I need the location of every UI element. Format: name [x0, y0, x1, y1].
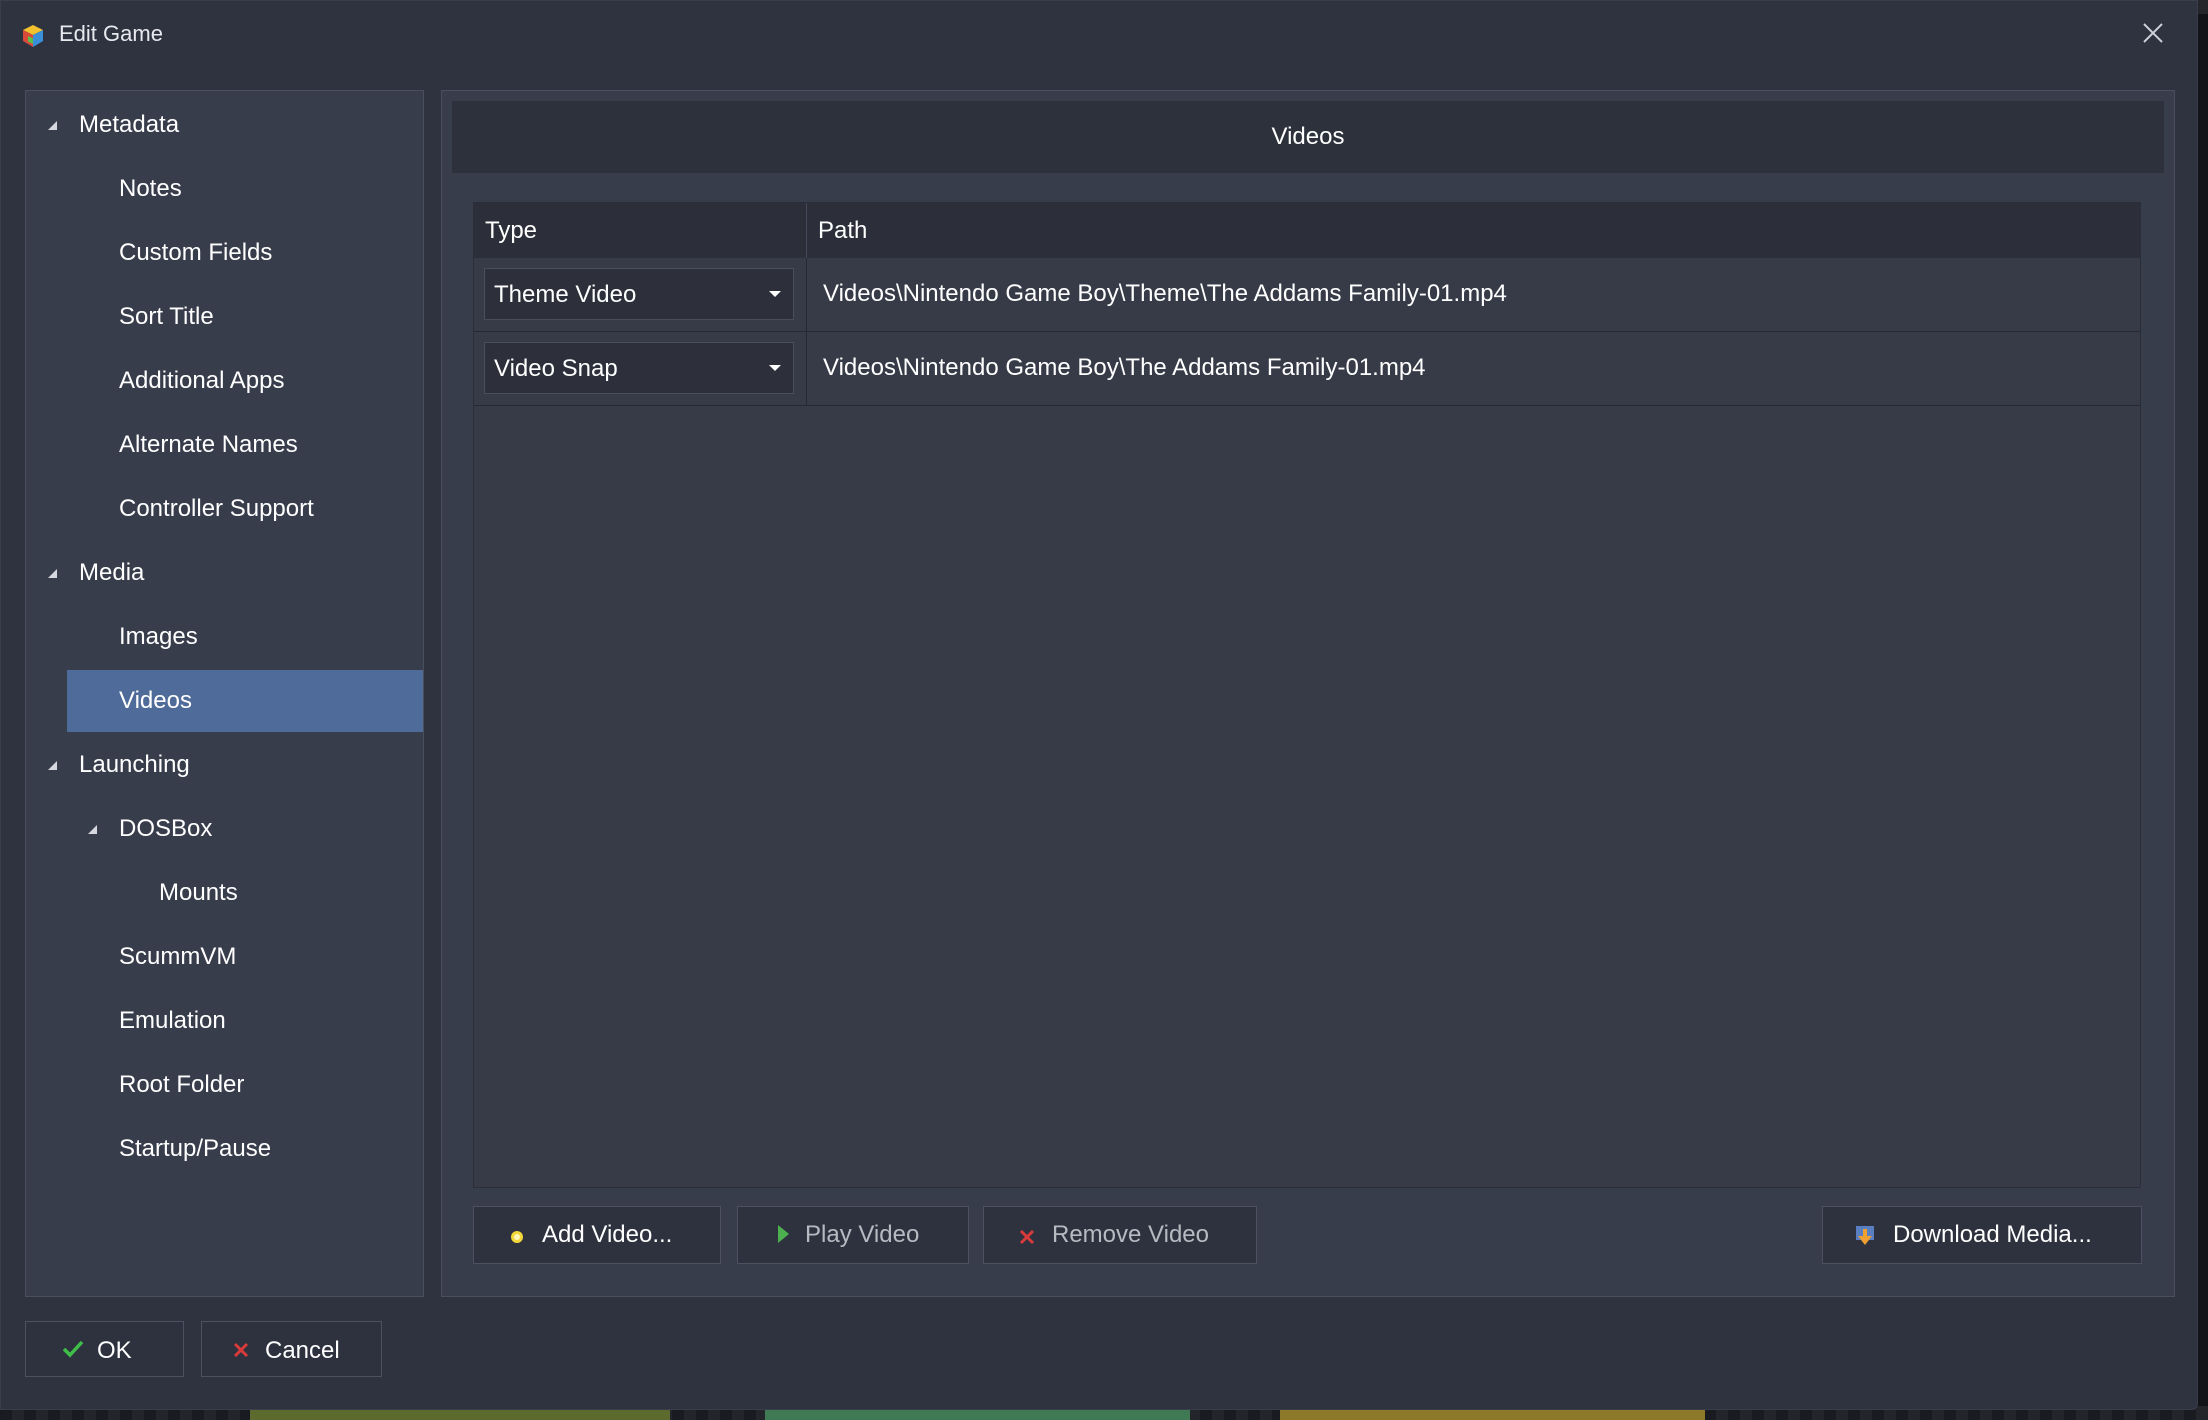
tree-item-images[interactable]: Images	[26, 606, 423, 668]
button-label: Remove Video	[1052, 1221, 1209, 1248]
close-button[interactable]	[2131, 15, 2175, 55]
tree-item-notes[interactable]: Notes	[26, 158, 423, 220]
cancel-button[interactable]: Cancel	[201, 1321, 382, 1377]
tree-item-additional-apps[interactable]: Additional Apps	[26, 350, 423, 412]
tree-item-dosbox[interactable]: DOSBox	[26, 798, 423, 860]
tree-item-sort-title[interactable]: Sort Title	[26, 286, 423, 348]
tree-item-startup-pause[interactable]: Startup/Pause	[26, 1118, 423, 1180]
tree-item-label: Custom Fields	[119, 239, 273, 266]
checkmark-icon	[62, 1338, 84, 1366]
tree-item-label: DOSBox	[119, 815, 213, 842]
table-row[interactable]: Video Snap Videos\Nintendo Game Boy\The …	[474, 332, 2140, 406]
tree-item-custom-fields[interactable]: Custom Fields	[26, 222, 423, 284]
play-video-button[interactable]: Play Video	[737, 1206, 969, 1264]
tree-item-label: Launching	[79, 751, 190, 778]
video-type-dropdown[interactable]: Video Snap	[484, 342, 794, 394]
title-bar: Edit Game	[1, 1, 2197, 71]
dropdown-value: Video Snap	[494, 355, 618, 382]
table-header: Type Path	[474, 203, 2140, 259]
dropdown-arrow-icon	[769, 365, 781, 371]
tree-item-label: Notes	[119, 175, 182, 202]
tree-item-label: Media	[79, 559, 145, 586]
column-header-type[interactable]: Type	[485, 203, 537, 258]
tree-item-label: ScummVM	[119, 943, 237, 970]
button-label: Play Video	[805, 1221, 920, 1248]
tree-item-scummvm[interactable]: ScummVM	[26, 926, 423, 988]
edit-game-dialog: Edit Game Metadata Notes Custom Fields S…	[0, 0, 2198, 1410]
column-header-path[interactable]: Path	[818, 203, 867, 258]
remove-video-button[interactable]: Remove Video	[983, 1206, 1257, 1264]
video-type-dropdown[interactable]: Theme Video	[484, 268, 794, 320]
tree-item-label: Controller Support	[119, 495, 314, 522]
expand-arrow-icon[interactable]	[48, 761, 57, 770]
window-title: Edit Game	[59, 21, 163, 46]
expand-arrow-icon[interactable]	[48, 569, 57, 578]
cancel-x-icon	[232, 1338, 250, 1366]
tree-item-label: Images	[119, 623, 198, 650]
tree-item-label: Videos	[119, 687, 192, 714]
remove-x-icon	[1018, 1225, 1036, 1253]
video-path[interactable]: Videos\Nintendo Game Boy\The Addams Fami…	[823, 354, 1426, 382]
add-video-button[interactable]: Add Video...	[473, 1206, 721, 1264]
button-label: Download Media...	[1893, 1221, 2092, 1248]
tree-item-label: Additional Apps	[119, 367, 285, 394]
tree-item-root-folder[interactable]: Root Folder	[26, 1054, 423, 1116]
expand-arrow-icon[interactable]	[48, 121, 57, 130]
expand-arrow-icon[interactable]	[88, 825, 97, 834]
launchbox-app-icon	[21, 24, 45, 48]
tree-item-label: Alternate Names	[119, 431, 298, 458]
cell-divider	[806, 332, 807, 405]
tree-item-label: Root Folder	[119, 1071, 245, 1098]
close-icon	[2142, 22, 2164, 49]
tree-item-controller-support[interactable]: Controller Support	[26, 478, 423, 540]
tree-item-label: Sort Title	[119, 303, 214, 330]
tree-item-label: Emulation	[119, 1007, 226, 1034]
settings-tree: Metadata Notes Custom Fields Sort Title …	[25, 90, 424, 1297]
tree-item-mounts[interactable]: Mounts	[26, 862, 423, 924]
download-icon	[1853, 1223, 1877, 1254]
tree-item-metadata[interactable]: Metadata	[26, 94, 423, 156]
dropdown-value: Theme Video	[494, 281, 637, 308]
play-icon	[776, 1223, 790, 1251]
video-path[interactable]: Videos\Nintendo Game Boy\Theme\The Addam…	[823, 280, 1507, 308]
button-label: Add Video...	[542, 1221, 673, 1248]
section-title: Videos	[452, 101, 2164, 173]
tree-item-label: Metadata	[79, 111, 180, 138]
ok-button[interactable]: OK	[25, 1321, 184, 1377]
tree-item-launching[interactable]: Launching	[26, 734, 423, 796]
button-label: Cancel	[265, 1337, 340, 1364]
tree-item-alternate-names[interactable]: Alternate Names	[26, 414, 423, 476]
tree-item-videos[interactable]: Videos	[67, 670, 423, 732]
videos-table: Type Path Theme Video Videos\Nintendo Ga…	[473, 202, 2141, 1188]
videos-panel: Videos Type Path Theme Video Videos\Nint…	[441, 90, 2175, 1297]
table-row[interactable]: Theme Video Videos\Nintendo Game Boy\The…	[474, 258, 2140, 332]
add-star-icon	[508, 1225, 526, 1253]
download-media-button[interactable]: Download Media...	[1822, 1206, 2142, 1264]
column-divider[interactable]	[806, 203, 807, 258]
tree-item-label: Mounts	[159, 879, 238, 906]
dropdown-arrow-icon	[769, 291, 781, 297]
cell-divider	[806, 258, 807, 331]
tree-item-emulation[interactable]: Emulation	[26, 990, 423, 1052]
tree-item-label: Startup/Pause	[119, 1135, 272, 1162]
tree-item-media[interactable]: Media	[26, 542, 423, 604]
button-label: OK	[97, 1337, 132, 1364]
